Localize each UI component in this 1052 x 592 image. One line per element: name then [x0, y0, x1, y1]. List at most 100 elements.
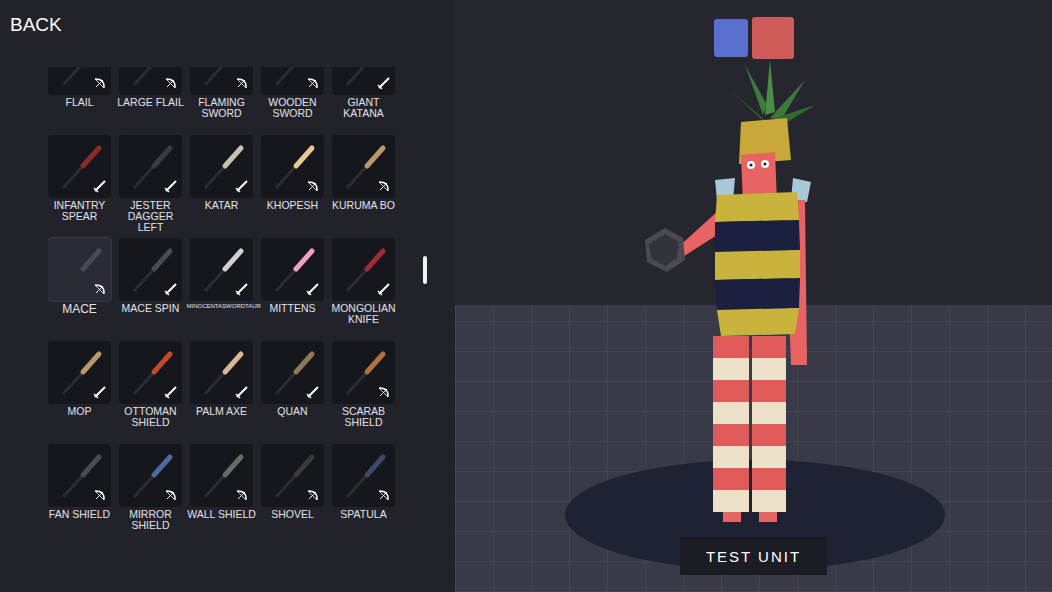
header: BACK [0, 0, 455, 67]
weapon-tile[interactable] [48, 444, 111, 507]
weapon-icon [268, 245, 318, 295]
weapon-item[interactable]: MOP [48, 341, 111, 444]
mace-icon [645, 228, 685, 272]
weapon-tile[interactable] [119, 444, 182, 507]
scrollbar-thumb[interactable] [423, 256, 427, 284]
weapon-icon [197, 348, 247, 398]
bow-icon [376, 488, 391, 503]
weapon-item[interactable]: WOODEN SWORD [261, 67, 324, 135]
weapon-icon [126, 67, 176, 89]
weapon-item[interactable]: KURUMA BO [332, 135, 395, 238]
weapon-item[interactable]: MIRROR SHIELD [119, 444, 182, 547]
team-swatch[interactable] [714, 19, 748, 57]
weapon-item[interactable]: GIANT KATANA [332, 67, 395, 135]
weapon-tile[interactable] [261, 67, 324, 95]
bow-icon [92, 76, 107, 91]
weapon-tile[interactable] [48, 341, 111, 404]
weapon-tile[interactable] [332, 67, 395, 95]
weapon-label: SCARAB SHIELD [329, 404, 399, 444]
sword-icon [163, 179, 178, 194]
weapon-tile[interactable] [261, 444, 324, 507]
weapon-icon [55, 142, 105, 192]
weapon-item[interactable]: MINOCENTASWORDTAUR [190, 238, 253, 341]
bow-icon [163, 76, 178, 91]
weapon-item[interactable]: FLAMING SWORD [190, 67, 253, 135]
sword-icon [92, 179, 107, 194]
weapon-tile[interactable] [332, 135, 395, 198]
weapon-item[interactable]: WALL SHIELD [190, 444, 253, 547]
bow-icon [234, 488, 249, 503]
weapon-tile[interactable] [190, 238, 253, 301]
weapon-item[interactable]: SPATULA [332, 444, 395, 547]
weapon-tile[interactable] [48, 67, 111, 95]
sword-icon [234, 385, 249, 400]
weapon-tile[interactable] [261, 135, 324, 198]
unit-preview: TEST UNIT [455, 0, 1052, 592]
scrollbar[interactable] [423, 67, 427, 592]
weapon-icon [126, 348, 176, 398]
weapon-tile[interactable] [190, 444, 253, 507]
back-button[interactable]: BACK [10, 14, 62, 36]
weapon-tile[interactable] [190, 135, 253, 198]
weapon-tile[interactable] [48, 135, 111, 198]
weapon-item[interactable]: SHOVEL [261, 444, 324, 547]
weapon-item[interactable]: SCARAB SHIELD [332, 341, 395, 444]
weapon-item[interactable]: FLAIL [48, 67, 111, 135]
weapon-item[interactable]: MACE SPIN [119, 238, 182, 341]
weapon-item[interactable]: QUAN [261, 341, 324, 444]
weapon-icon [339, 245, 389, 295]
weapon-item[interactable]: MACE [48, 238, 111, 341]
bow-icon [92, 282, 107, 297]
sword-icon [163, 385, 178, 400]
weapon-tile[interactable] [119, 67, 182, 95]
weapon-item[interactable]: KATAR [190, 135, 253, 238]
team-swatch[interactable] [752, 17, 794, 59]
weapon-tile[interactable] [332, 238, 395, 301]
weapon-tile[interactable] [332, 444, 395, 507]
weapon-label: MITTENS [258, 301, 328, 341]
bow-icon [234, 76, 249, 91]
weapon-label: KURUMA BO [329, 198, 399, 238]
unit-figure[interactable] [635, 60, 835, 530]
team-swatches [714, 17, 794, 59]
weapon-tile[interactable] [261, 341, 324, 404]
weapon-label: WALL SHIELD [187, 507, 257, 547]
weapon-tile[interactable] [119, 238, 182, 301]
weapon-tile[interactable] [119, 341, 182, 404]
weapon-label: MACE [48, 301, 115, 341]
weapon-icon [126, 245, 176, 295]
weapon-item[interactable]: LARGE FLAIL [119, 67, 182, 135]
weapon-label: WOODEN SWORD [258, 95, 328, 135]
weapon-tile[interactable] [190, 341, 253, 404]
weapon-tile[interactable] [332, 341, 395, 404]
test-unit-button[interactable]: TEST UNIT [680, 537, 827, 575]
bee-costume-icon [715, 192, 800, 336]
weapon-item[interactable]: JESTER DAGGER LEFT [119, 135, 182, 238]
weapon-viewport[interactable]: FLAILLARGE FLAILFLAMING SWORDWOODEN SWOR… [48, 67, 408, 592]
weapon-label: QUAN [258, 404, 328, 444]
weapon-label: SHOVEL [258, 507, 328, 547]
weapon-item[interactable]: INFANTRY SPEAR [48, 135, 111, 238]
weapon-item[interactable]: PALM AXE [190, 341, 253, 444]
weapon-tile[interactable] [190, 67, 253, 95]
weapon-icon [55, 67, 105, 89]
weapon-grid: FLAILLARGE FLAILFLAMING SWORDWOODEN SWOR… [48, 67, 408, 547]
bow-icon [92, 488, 107, 503]
sword-icon [234, 179, 249, 194]
weapon-tile[interactable] [119, 135, 182, 198]
weapon-tile[interactable] [48, 238, 111, 301]
weapon-item[interactable]: OTTOMAN SHIELD [119, 341, 182, 444]
weapon-item[interactable]: FAN SHIELD [48, 444, 111, 547]
weapon-item[interactable]: MITTENS [261, 238, 324, 341]
sword-icon [305, 385, 320, 400]
weapon-label: MONGOLIAN KNIFE [329, 301, 399, 341]
weapon-panel: BACK FLAILLARGE FLAILFLAMING SWORDWOODEN … [0, 0, 455, 592]
weapon-item[interactable]: MONGOLIAN KNIFE [332, 238, 395, 341]
unit-creator-screen: BACK FLAILLARGE FLAILFLAMING SWORDWOODEN … [0, 0, 1052, 592]
weapon-icon [126, 142, 176, 192]
weapon-tile[interactable] [261, 238, 324, 301]
sword-icon [234, 282, 249, 297]
weapon-item[interactable]: KHOPESH [261, 135, 324, 238]
weapon-label: MIRROR SHIELD [116, 507, 186, 547]
weapon-icon [268, 67, 318, 89]
